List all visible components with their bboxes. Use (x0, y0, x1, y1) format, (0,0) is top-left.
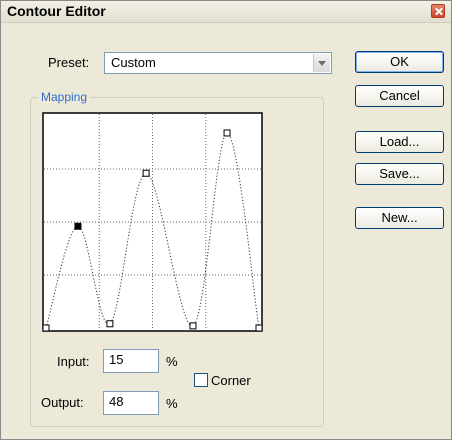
chevron-down-icon[interactable] (313, 54, 330, 72)
input-unit: % (166, 354, 178, 369)
output-unit: % (166, 396, 178, 411)
curve-point[interactable] (255, 324, 263, 332)
preset-dropdown[interactable]: Custom (104, 52, 332, 74)
curve-point[interactable] (142, 169, 150, 177)
contour-curve-graph[interactable] (42, 112, 263, 332)
ok-button[interactable]: OK (355, 51, 444, 73)
corner-label: Corner (211, 373, 251, 388)
output-value: 48 (109, 394, 124, 409)
input-label: Input: (57, 354, 90, 369)
close-icon[interactable] (431, 4, 445, 18)
corner-checkbox[interactable] (194, 373, 208, 387)
curve-point[interactable] (189, 322, 197, 330)
load-button[interactable]: Load... (355, 131, 444, 153)
preset-label: Preset: (48, 55, 90, 70)
curve-point[interactable] (106, 320, 114, 328)
contour-editor-dialog: Contour Editor Preset: Custom Mapping In… (0, 0, 452, 440)
title-bar[interactable]: Contour Editor (1, 1, 451, 23)
mapping-group-title: Mapping (38, 90, 91, 104)
preset-value: Custom (111, 55, 156, 70)
save-button[interactable]: Save... (355, 163, 444, 185)
dialog-title: Contour Editor (7, 3, 106, 19)
input-field[interactable]: 15 (103, 349, 159, 373)
output-field[interactable]: 48 (103, 391, 159, 415)
output-label: Output: (41, 395, 84, 410)
curve-point[interactable] (223, 129, 231, 137)
cancel-button[interactable]: Cancel (355, 85, 444, 107)
selected-curve-point[interactable] (74, 222, 82, 230)
curve-point[interactable] (42, 324, 50, 332)
new-button[interactable]: New... (355, 207, 444, 229)
input-value: 15 (109, 352, 124, 367)
